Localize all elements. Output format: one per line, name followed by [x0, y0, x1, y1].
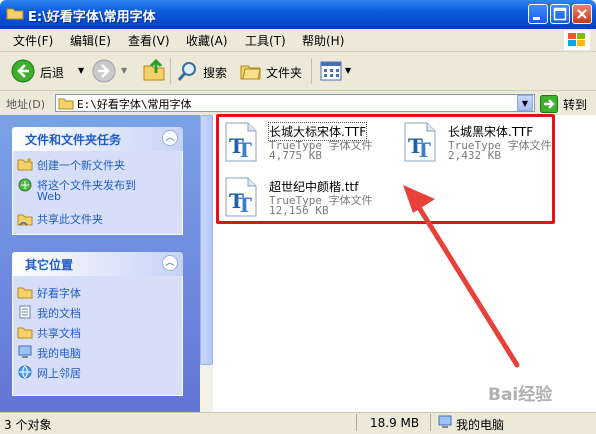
new-folder-icon	[17, 158, 33, 171]
place-my-computer[interactable]: 我的电脑	[37, 345, 81, 361]
place-favorite-fonts[interactable]: 好看字体	[37, 285, 81, 301]
address-label: 地址(D)	[6, 98, 46, 111]
forward-button[interactable]	[92, 59, 116, 83]
minimize-icon	[533, 17, 540, 20]
other-places-title: 其它位置	[25, 258, 74, 272]
collapse-chevron-icon[interactable]: ︿	[162, 255, 178, 271]
views-icon	[320, 61, 342, 81]
folders-label: 文件夹	[266, 66, 303, 80]
place-shared-documents[interactable]: 共享文档	[37, 325, 81, 341]
back-arrow-icon	[11, 59, 35, 83]
up-folder-button[interactable]	[142, 58, 166, 82]
folders-button[interactable]: 文件夹	[238, 57, 306, 85]
status-separator	[356, 414, 357, 431]
maximize-button[interactable]	[550, 4, 570, 24]
maximize-icon	[553, 7, 567, 21]
back-button[interactable]: 后退 ▼	[8, 56, 86, 86]
file-tasks-header[interactable]: 文件和文件夹任务 ︿	[12, 127, 183, 151]
menu-edit[interactable]: 编辑(E)	[70, 32, 111, 49]
forward-dropdown-icon[interactable]: ▼	[121, 66, 127, 75]
search-button[interactable]: 搜索	[175, 57, 231, 85]
toolbar-separator	[170, 58, 171, 84]
menu-view[interactable]: 查看(V)	[128, 32, 170, 49]
file-tasks-panel: 文件和文件夹任务 ︿ 创建一个新文件夹 将这个文件夹发布到 Web 共享此文件夹	[12, 127, 183, 235]
close-icon	[577, 9, 587, 19]
annotation-arrow-icon	[403, 185, 520, 368]
window-title: E:\好看字体\常用字体	[28, 10, 156, 25]
toolbar-separator	[311, 58, 312, 84]
views-button[interactable]: ▼	[319, 59, 355, 83]
other-places-body: 好看字体 我的文档 共享文档 我的电脑 网上邻居	[12, 276, 183, 396]
collapse-chevron-icon[interactable]: ︿	[162, 130, 178, 146]
back-label: 后退	[40, 66, 65, 80]
status-separator	[430, 414, 431, 431]
windows-logo-icon	[564, 30, 590, 50]
network-places-icon	[18, 365, 32, 379]
go-arrow-icon	[540, 95, 558, 113]
close-button[interactable]	[572, 4, 592, 24]
other-places-panel: 其它位置 ︿ 好看字体 我的文档 共享文档 我的电脑 网上邻居	[12, 252, 183, 396]
publish-web-icon	[18, 178, 32, 192]
search-label: 搜索	[203, 66, 228, 80]
my-computer-icon	[18, 345, 32, 358]
go-label: 转到	[563, 98, 588, 112]
scrollbar-thumb[interactable]	[200, 115, 213, 365]
status-location: 我的电脑	[456, 418, 505, 432]
status-bar	[0, 412, 596, 434]
go-button[interactable]: 转到	[540, 94, 592, 114]
menu-tools[interactable]: 工具(T)	[245, 32, 286, 49]
watermark: Bai经验	[488, 385, 553, 405]
back-dropdown-icon[interactable]: ▼	[78, 66, 84, 75]
my-documents-icon	[19, 305, 31, 319]
minimize-button[interactable]	[528, 4, 548, 24]
my-computer-icon	[438, 415, 452, 428]
file-tasks-title: 文件和文件夹任务	[25, 133, 122, 147]
search-icon	[177, 62, 196, 81]
folders-icon	[240, 65, 261, 80]
folder-icon	[17, 287, 33, 299]
shared-documents-icon	[17, 327, 33, 339]
share-folder-icon	[17, 214, 33, 226]
place-network[interactable]: 网上邻居	[37, 365, 81, 381]
status-object-count: 3 个对象	[4, 418, 52, 432]
task-share-folder[interactable]: 共享此文件夹	[37, 211, 103, 227]
task-publish-web-line2[interactable]: Web	[37, 190, 61, 203]
file-tasks-body: 创建一个新文件夹 将这个文件夹发布到 Web 共享此文件夹	[12, 151, 183, 235]
folder-icon	[58, 98, 74, 110]
task-new-folder[interactable]: 创建一个新文件夹	[37, 157, 125, 173]
menu-help[interactable]: 帮助(H)	[302, 32, 344, 49]
address-path[interactable]: E:\好看字体\常用字体	[77, 96, 192, 112]
place-my-documents[interactable]: 我的文档	[37, 305, 81, 321]
address-dropdown-button[interactable]: ▼	[517, 95, 533, 111]
folder-icon	[6, 8, 24, 20]
status-size: 18.9 MB	[370, 416, 420, 430]
views-dropdown-icon: ▼	[345, 66, 352, 75]
menu-file[interactable]: 文件(F)	[13, 32, 53, 49]
other-places-header[interactable]: 其它位置 ︿	[12, 252, 183, 276]
menu-favorites[interactable]: 收藏(A)	[186, 32, 228, 49]
